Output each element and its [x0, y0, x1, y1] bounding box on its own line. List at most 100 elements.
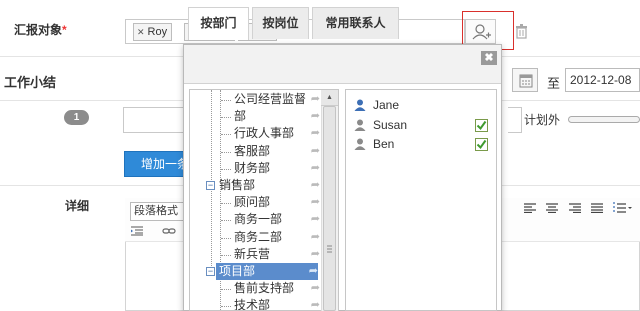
tree-guide-line: [221, 203, 231, 205]
tree-node[interactable]: 商务一部 ➦: [190, 211, 324, 228]
tree-guide-line: [221, 134, 231, 136]
tab-by-position[interactable]: 按岗位: [252, 7, 309, 39]
item-number-badge: 1: [64, 110, 89, 125]
share-arrow-icon[interactable]: ➦: [311, 297, 320, 310]
member-item[interactable]: Jane: [354, 96, 488, 114]
share-arrow-icon[interactable]: ➦: [311, 229, 320, 246]
recipient-tag[interactable]: ✕ Roy: [133, 23, 173, 41]
add-item-button[interactable]: 增加一条: [124, 151, 186, 177]
tree-node[interactable]: 财务部 ➦: [190, 160, 324, 177]
clear-recipients-button[interactable]: [506, 19, 538, 44]
checkmark-icon: [476, 139, 487, 150]
member-checkbox[interactable]: [475, 138, 488, 151]
align-justify-icon[interactable]: [591, 203, 603, 213]
tree-node-label: 项目部: [219, 264, 256, 278]
recipients-label: 汇报对象*: [14, 21, 67, 38]
link-icon[interactable]: [162, 226, 176, 236]
scroll-up-arrow-icon[interactable]: ▲: [321, 90, 338, 106]
tree-node[interactable]: 售前支持部 ➦: [190, 280, 324, 297]
members-list: Jane Susan Ben: [345, 89, 497, 311]
collapse-toggle-icon[interactable]: −: [206, 181, 215, 190]
person-icon: [354, 119, 366, 131]
tree-guide-line: [221, 289, 231, 291]
end-date-input[interactable]: 2012-12-08: [565, 68, 640, 92]
tree-node-label: 公司经营监督: [234, 92, 307, 106]
tab-by-department[interactable]: 按部门: [188, 7, 249, 40]
share-arrow-icon[interactable]: ➦: [311, 280, 320, 297]
tree-node-label: 商务二部: [234, 229, 283, 244]
share-arrow-icon[interactable]: ➦: [311, 91, 320, 108]
tree-node-label: 部: [234, 109, 247, 124]
tree-node-label: 商务一部: [234, 212, 283, 227]
tree-node-label: 技术部: [234, 298, 271, 311]
share-arrow-icon[interactable]: ➦: [311, 160, 320, 177]
share-arrow-icon[interactable]: ➦: [311, 125, 320, 142]
share-arrow-icon[interactable]: ➦: [311, 246, 320, 263]
tree-node[interactable]: 技术部 ➦: [190, 297, 324, 311]
indent-icon[interactable]: [131, 226, 145, 236]
align-center-icon[interactable]: [546, 203, 558, 213]
detail-label: 详细: [65, 199, 90, 213]
tree-guide-line: [221, 117, 231, 119]
tree-node-label: 财务部: [234, 160, 271, 175]
plan-toggle[interactable]: [568, 116, 640, 123]
department-tree: 公司经营监督 ➦ 部 ➦ 行政人事部 ➦ 客服部 ➦ 财务部 ➦ 销售部 ➦ − 顾问部 ➦ 商务一部 ➦ 商务二…: [189, 89, 339, 311]
close-popup-button[interactable]: ✖: [481, 51, 497, 65]
tree-guide-line: [221, 168, 231, 170]
share-arrow-icon[interactable]: ➦: [311, 177, 320, 194]
calendar-button[interactable]: [512, 68, 538, 92]
item-content-input-end[interactable]: [508, 107, 522, 133]
paragraph-format-select[interactable]: 段落格式: [130, 202, 184, 221]
person-icon: [354, 99, 366, 111]
tree-guide-line: [221, 151, 231, 153]
tree-node-label: 售前支持部: [234, 281, 295, 296]
tree-guide-line: [221, 254, 231, 256]
tree-guide-line: [221, 100, 231, 101]
member-name: Jane: [373, 98, 400, 112]
tree-node[interactable]: 客服部 ➦: [190, 143, 324, 160]
collapse-toggle-icon[interactable]: −: [206, 267, 215, 276]
tree-scroll-thumb[interactable]: [323, 106, 336, 311]
required-mark: *: [62, 23, 67, 37]
tree-node-label: 新兵营: [234, 246, 271, 261]
recipient-tag-label: Roy: [147, 26, 168, 38]
grip-icon: [327, 245, 332, 253]
share-arrow-icon[interactable]: ➦: [311, 211, 320, 228]
tree-node[interactable]: 新兵营 ➦: [190, 246, 324, 263]
tree-node[interactable]: 部 ➦: [190, 108, 324, 125]
share-arrow-icon[interactable]: ➦: [311, 143, 320, 160]
numbered-list-icon[interactable]: [613, 202, 633, 214]
tree-node-label: 行政人事部: [234, 126, 295, 141]
member-name: Susan: [373, 117, 408, 132]
remove-tag-icon[interactable]: ✕: [137, 27, 145, 37]
member-name: Ben: [373, 137, 395, 151]
checkmark-icon: [476, 120, 487, 130]
align-right-icon[interactable]: [569, 203, 581, 213]
share-arrow-icon[interactable]: ➦: [311, 194, 320, 211]
tree-node[interactable]: 商务二部 ➦: [190, 229, 324, 246]
share-arrow-icon[interactable]: ➦: [309, 263, 318, 280]
tree-node[interactable]: 行政人事部 ➦: [190, 125, 324, 142]
date-separator: 至: [547, 76, 561, 91]
tree-node-label: 客服部: [234, 143, 271, 158]
work-summary-label: 工作小结: [4, 75, 57, 90]
plan-label: 计划外: [524, 113, 561, 127]
tab-frequent-contacts[interactable]: 常用联系人: [312, 7, 399, 39]
person-icon: [354, 138, 366, 150]
popup-tabbar: [184, 45, 501, 84]
tree-node[interactable]: 公司经营监督 ➦: [190, 91, 324, 108]
tree-node[interactable]: 顾问部 ➦: [190, 194, 324, 211]
member-checkbox[interactable]: [475, 118, 488, 132]
tree-node-label: 顾问部: [234, 195, 271, 210]
tree-node[interactable]: 项目部 ➦: [216, 263, 318, 280]
calendar-icon: [519, 74, 533, 88]
recipients-label-text: 汇报对象: [14, 23, 63, 37]
member-item[interactable]: Susan: [354, 116, 488, 134]
tree-guide-line: [221, 237, 231, 239]
align-left-icon[interactable]: [524, 203, 536, 213]
member-item[interactable]: Ben: [354, 135, 488, 153]
tree-node-label: 销售部: [219, 178, 256, 192]
share-arrow-icon[interactable]: ➦: [311, 108, 320, 125]
tree-guide-line: [221, 220, 231, 222]
trash-icon: [516, 24, 527, 39]
